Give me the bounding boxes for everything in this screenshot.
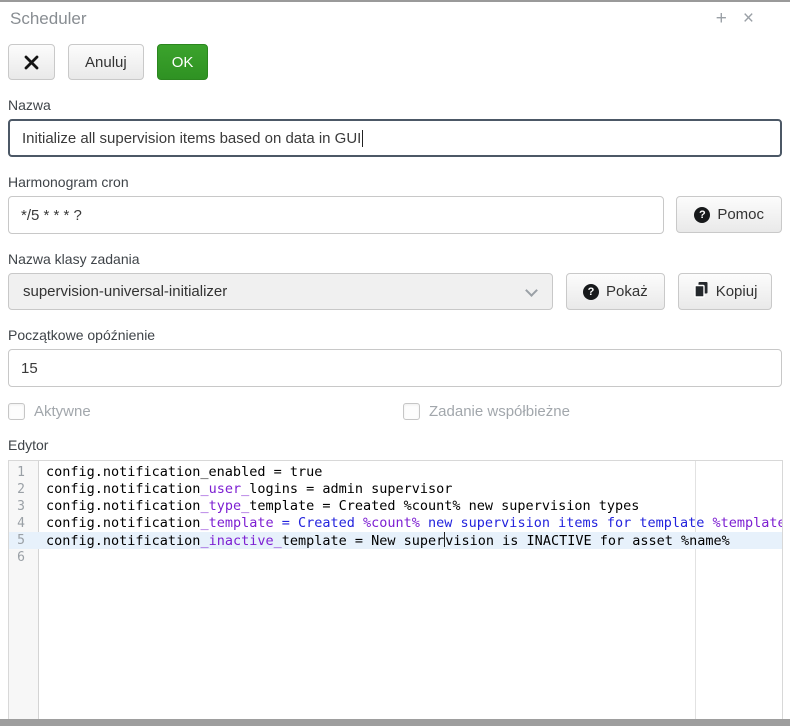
code-token: config.notification_enabled = true: [46, 464, 322, 480]
initial-delay-label: Początkowe opóźnienie: [8, 327, 782, 343]
horizontal-scrollbar[interactable]: [0, 719, 790, 726]
line-number: 5: [9, 532, 39, 549]
code-token: config.notification: [46, 515, 200, 531]
active-checkbox-label: Aktywne: [34, 403, 91, 420]
maximize-icon[interactable]: +: [716, 9, 727, 28]
code-line[interactable]: 1 config.notification_enabled = true: [9, 464, 782, 481]
code-token: config.notification: [46, 498, 200, 514]
dialog-title: Scheduler: [10, 9, 87, 29]
close-button[interactable]: [8, 44, 55, 80]
dialog-header: Scheduler + ×: [0, 0, 790, 29]
cron-input[interactable]: [8, 196, 664, 234]
text-cursor: [362, 130, 363, 147]
show-button[interactable]: ? Pokaż: [566, 273, 665, 310]
job-class-selected-value: supervision-universal-initializer: [23, 283, 227, 300]
job-class-select[interactable]: supervision-universal-initializer: [8, 273, 553, 310]
toolbar: Anuluj OK: [0, 29, 790, 80]
window-top-border: [0, 0, 790, 2]
cron-label: Harmonogram cron: [8, 174, 782, 190]
code-line[interactable]: 3config.notification_type_template = Cre…: [9, 498, 782, 515]
initial-delay-input[interactable]: [8, 349, 782, 387]
line-number: 1: [9, 464, 39, 481]
copy-icon: [693, 281, 709, 302]
line-number: 6: [9, 549, 39, 566]
code-token: config.notification: [46, 533, 200, 549]
concurrent-checkbox[interactable]: [403, 403, 420, 420]
question-circle-icon: ?: [583, 284, 599, 300]
code-line-text: config.notification_inactive_template = …: [39, 532, 782, 549]
close-icon[interactable]: ×: [743, 9, 754, 28]
name-input-value: Initialize all supervision items based o…: [22, 130, 361, 147]
cancel-button[interactable]: Anuluj: [68, 44, 144, 80]
x-icon: [24, 55, 39, 70]
code-line[interactable]: 6: [9, 549, 782, 566]
concurrent-checkbox-label: Zadanie współbieżne: [429, 403, 570, 420]
line-number: 4: [9, 515, 39, 532]
ok-button[interactable]: OK: [157, 44, 209, 80]
code-token: %count%: [363, 515, 420, 531]
active-checkbox[interactable]: [8, 403, 25, 420]
code-token: _type_: [200, 498, 249, 514]
help-button[interactable]: ? Pomoc: [676, 196, 782, 233]
code-token: template = New super: [282, 533, 445, 549]
code-lines: 1config.notification_enabled = true2conf…: [9, 461, 782, 566]
code-line[interactable]: 2config.notification_user_logins = admin…: [9, 481, 782, 498]
show-button-label: Pokaż: [606, 283, 648, 300]
help-button-label: Pomoc: [717, 206, 764, 223]
code-editor[interactable]: 1config.notification_enabled = true2conf…: [8, 460, 783, 721]
code-token: template = Created %count% new supervisi…: [249, 498, 639, 514]
code-token: %template: [713, 515, 782, 531]
code-line-text: [39, 549, 782, 566]
line-number: 3: [9, 498, 39, 515]
concurrent-checkbox-item[interactable]: Zadanie współbieżne: [403, 403, 570, 420]
code-line-text: config.notification_template = Created %…: [39, 515, 782, 532]
code-line-text: config.notification_type_template = Crea…: [39, 498, 782, 515]
line-number: 2: [9, 481, 39, 498]
editor-label: Edytor: [8, 437, 782, 453]
name-input[interactable]: Initialize all supervision items based o…: [8, 119, 782, 157]
active-checkbox-item[interactable]: Aktywne: [8, 403, 403, 420]
code-token: vision is INACTIVE for asset %name%: [445, 533, 729, 549]
name-label: Nazwa: [8, 97, 782, 113]
code-token: logins = admin supervisor: [249, 481, 452, 497]
code-token: = Created: [274, 515, 363, 531]
copy-button[interactable]: Kopiuj: [678, 273, 773, 310]
code-token: new supervision items for template: [420, 515, 713, 531]
copy-button-label: Kopiuj: [716, 283, 758, 300]
job-class-label: Nazwa klasy zadania: [8, 251, 782, 267]
question-circle-icon: ?: [694, 207, 710, 223]
code-line[interactable]: 4config.notification_template = Created …: [9, 515, 782, 532]
code-token: _template: [200, 515, 273, 531]
code-line[interactable]: 5config.notification_inactive_template =…: [9, 532, 782, 549]
chevron-down-icon: [525, 284, 538, 297]
code-token: _user_: [200, 481, 249, 497]
code-line-text: config.notification_user_logins = admin …: [39, 481, 782, 498]
code-token: config.notification: [46, 481, 200, 497]
code-line-text: config.notification_enabled = true: [39, 464, 782, 481]
code-token: _inactive_: [200, 533, 281, 549]
